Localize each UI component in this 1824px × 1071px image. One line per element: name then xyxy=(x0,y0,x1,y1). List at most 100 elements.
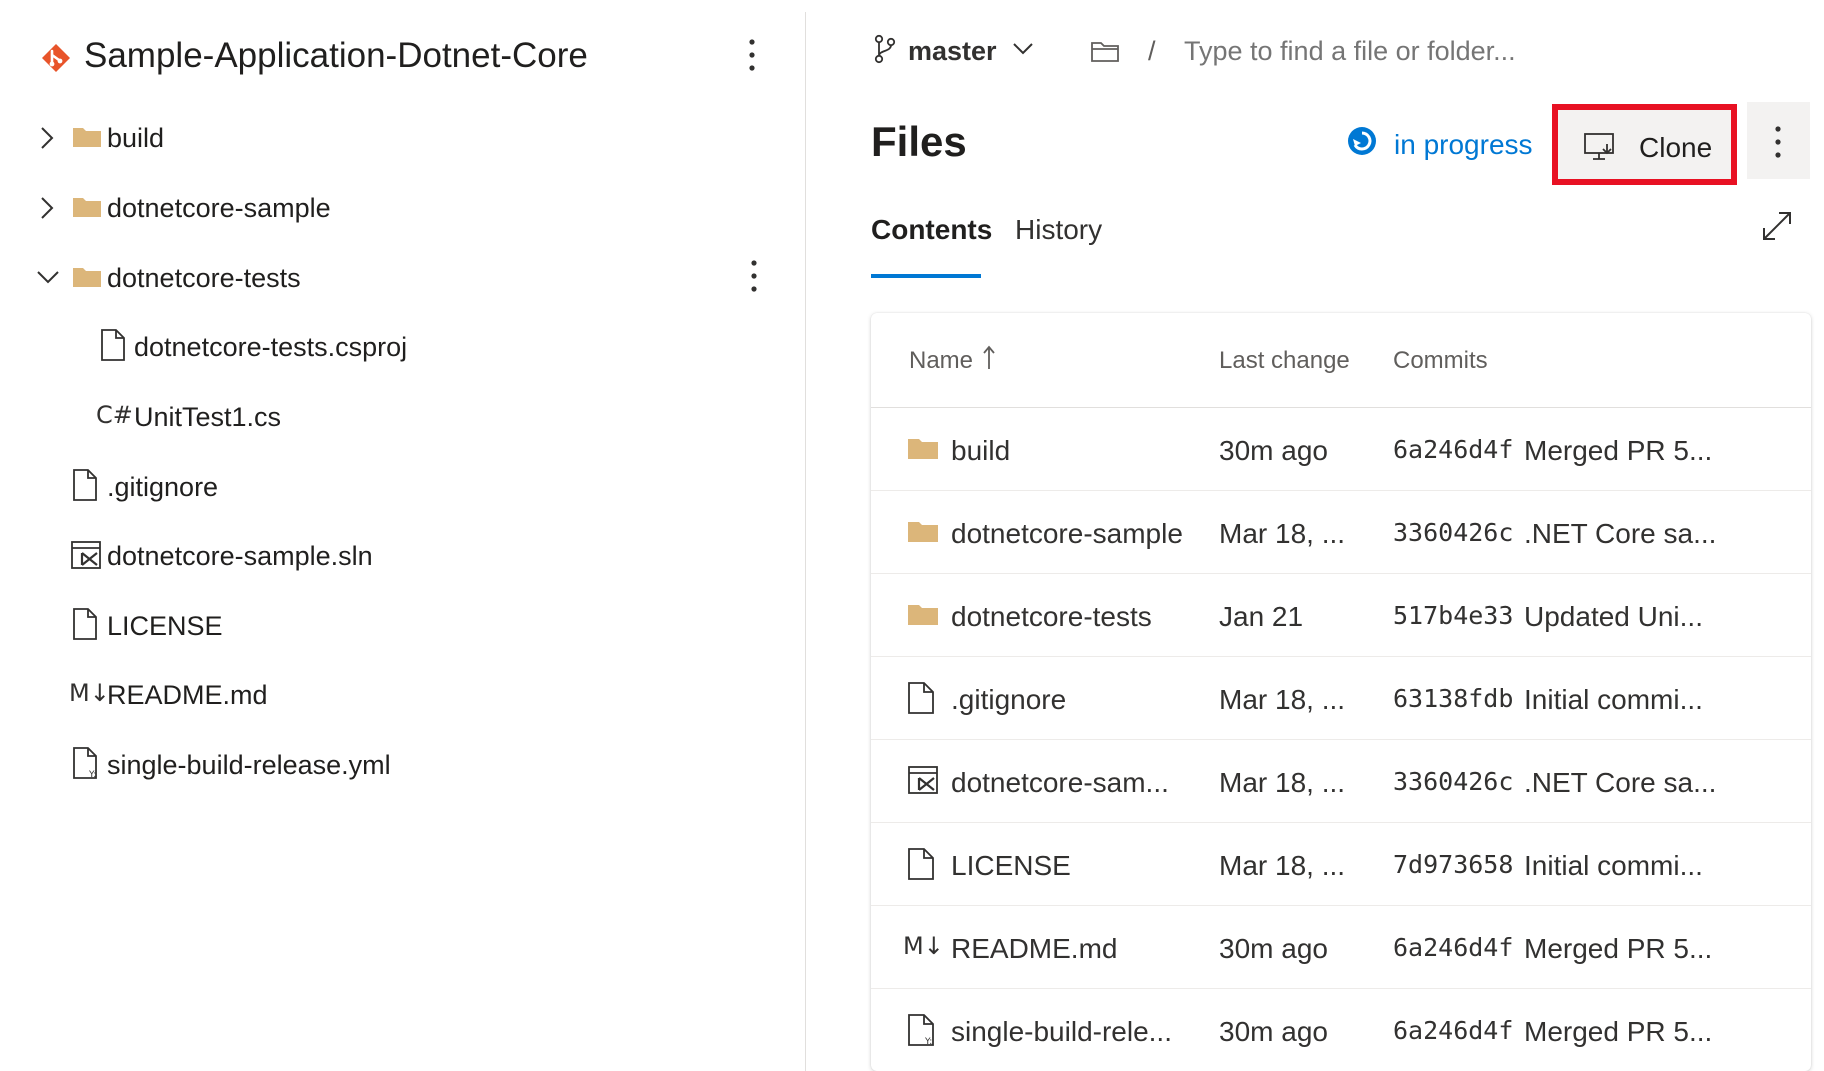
tree-item-label: LICENSE xyxy=(107,611,223,641)
chevron-right-icon[interactable] xyxy=(40,196,54,220)
commit-hash[interactable]: 63138fdb xyxy=(1393,684,1513,713)
tree-item-dotnetcore-sample-sln[interactable]: dotnetcore-sample.sln xyxy=(12,527,805,587)
table-row[interactable]: build 30m ago 6a246d4f Merged PR 5... xyxy=(871,408,1811,491)
path-separator: / xyxy=(1148,36,1156,66)
tab-contents[interactable]: Contents xyxy=(871,214,992,246)
tab-history[interactable]: History xyxy=(1015,214,1102,246)
file-icon xyxy=(907,681,935,715)
file-name[interactable]: dotnetcore-tests xyxy=(951,601,1152,633)
tree-item-dotnetcore-tests[interactable]: dotnetcore-tests xyxy=(12,249,805,309)
file-list: Name Last change Commits build 30m ago 6… xyxy=(871,313,1811,1071)
last-change: Jan 21 xyxy=(1219,601,1304,632)
repo-header: Sample-Application-Dotnet-Core xyxy=(12,12,805,102)
table-row[interactable]: .gitignore Mar 18, ... 63138fdb Initial … xyxy=(871,657,1811,740)
commit-message: Merged PR 5... xyxy=(1524,933,1713,964)
folder-icon xyxy=(907,515,939,545)
table-row[interactable]: M↓ README.md 30m ago 6a246d4f Merged PR … xyxy=(871,906,1811,989)
branch-selector[interactable]: master xyxy=(908,36,997,67)
chevron-down-icon[interactable] xyxy=(36,270,60,284)
in-progress-icon xyxy=(1346,125,1378,157)
commit-hash[interactable]: 517b4e33 xyxy=(1393,601,1513,630)
commit-hash[interactable]: 3360426c xyxy=(1393,518,1513,547)
commit-hash[interactable]: 6a246d4f xyxy=(1393,1016,1513,1045)
file-name[interactable]: dotnetcore-sam... xyxy=(951,767,1169,799)
tree-item-unittest1-cs[interactable]: C# UnitTest1.cs xyxy=(12,388,805,448)
table-row[interactable]: dotnetcore-sample Mar 18, ... 3360426c .… xyxy=(871,491,1811,574)
last-change: Mar 18, ... xyxy=(1219,850,1346,881)
chevron-right-icon[interactable] xyxy=(40,126,54,150)
commit-message: Merged PR 5... xyxy=(1524,435,1713,466)
more-options-icon[interactable] xyxy=(749,257,759,297)
file-icon xyxy=(907,847,935,881)
top-bar: master / xyxy=(806,12,1824,92)
file-name[interactable]: .gitignore xyxy=(951,684,1066,716)
file-name[interactable]: dotnetcore-sample xyxy=(951,518,1183,550)
tree-item-single-build-release-yml[interactable]: Y: single-build-release.yml xyxy=(12,736,805,796)
file-name[interactable]: README.md xyxy=(951,933,1117,965)
active-tab-indicator xyxy=(871,274,981,278)
last-change: Mar 18, ... xyxy=(1219,767,1346,798)
tree-item-dotnetcore-sample[interactable]: dotnetcore-sample xyxy=(12,179,805,239)
commit-message: Initial commi... xyxy=(1524,684,1703,715)
table-row[interactable]: LICENSE Mar 18, ... 7d973658 Initial com… xyxy=(871,823,1811,906)
last-change: 30m ago xyxy=(1219,933,1328,964)
column-header-last-change: Last change xyxy=(1219,347,1350,374)
commit-message: Merged PR 5... xyxy=(1524,1016,1713,1047)
file-name[interactable]: LICENSE xyxy=(951,850,1071,882)
table-row[interactable]: Y: single-build-rele... 30m ago 6a246d4f… xyxy=(871,989,1811,1071)
tree-item-build[interactable]: build xyxy=(12,109,805,169)
file-name[interactable]: build xyxy=(951,435,1010,467)
commit-message: Initial commi... xyxy=(1524,850,1703,881)
chevron-down-icon[interactable] xyxy=(1012,42,1034,56)
tree-item-label: UnitTest1.cs xyxy=(134,402,282,432)
markdown-icon: M↓ xyxy=(69,679,110,707)
file-search-input[interactable] xyxy=(1184,36,1604,67)
table-row[interactable]: dotnetcore-sam... Mar 18, ... 3360426c .… xyxy=(871,740,1811,823)
more-options-icon[interactable] xyxy=(747,36,757,76)
commit-hash[interactable]: 6a246d4f xyxy=(1393,933,1513,962)
yaml-file-icon: Y: xyxy=(72,746,100,780)
csharp-icon: C# xyxy=(96,401,133,429)
tree-item-label: dotnetcore-tests.csproj xyxy=(134,332,408,362)
commit-hash[interactable]: 3360426c xyxy=(1393,767,1513,796)
tree-item-readme-md[interactable]: M↓ README.md xyxy=(12,666,805,726)
more-actions-button[interactable] xyxy=(1747,102,1810,179)
commit-message: Updated Uni... xyxy=(1524,601,1703,632)
visual-studio-solution-icon xyxy=(70,539,102,571)
folder-icon xyxy=(907,598,939,628)
repo-tree-pane: Sample-Application-Dotnet-Core build dot… xyxy=(12,12,806,1071)
commit-hash[interactable]: 6a246d4f xyxy=(1393,435,1513,464)
tree-item-label: dotnetcore-tests xyxy=(107,263,301,293)
column-header-name[interactable]: Name xyxy=(909,347,973,375)
tree-item-label: dotnetcore-sample.sln xyxy=(107,541,373,571)
column-header-commits: Commits xyxy=(1393,347,1488,374)
tree-item-license[interactable]: LICENSE xyxy=(12,597,805,657)
status-text[interactable]: in progress xyxy=(1394,129,1533,161)
tree-item-gitignore[interactable]: .gitignore xyxy=(12,458,805,518)
table-header: Name Last change Commits xyxy=(871,313,1811,408)
azure-repos-icon xyxy=(40,42,72,74)
last-change: Mar 18, ... xyxy=(1219,518,1346,549)
table-row[interactable]: dotnetcore-tests Jan 21 517b4e33 Updated… xyxy=(871,574,1811,657)
clone-button[interactable]: Clone xyxy=(1552,104,1737,185)
tree-item-label: build xyxy=(107,123,165,153)
file-icon xyxy=(72,468,98,502)
more-options-icon xyxy=(1773,124,1783,160)
tree-item-dotnetcore-tests-csproj[interactable]: dotnetcore-tests.csproj xyxy=(12,318,805,378)
file-name[interactable]: single-build-rele... xyxy=(951,1016,1172,1048)
folder-icon xyxy=(72,261,102,291)
commit-hash[interactable]: 7d973658 xyxy=(1393,850,1513,879)
tree-item-label: .gitignore xyxy=(107,472,219,502)
folder-icon xyxy=(72,191,102,221)
tree-item-label: single-build-release.yml xyxy=(107,750,391,780)
expand-icon[interactable] xyxy=(1761,210,1793,242)
folder-outline-icon[interactable] xyxy=(1090,40,1120,64)
yaml-file-icon: Y: xyxy=(907,1013,937,1047)
repo-name[interactable]: Sample-Application-Dotnet-Core xyxy=(84,36,588,76)
folder-icon xyxy=(907,432,939,462)
clone-button-label: Clone xyxy=(1639,132,1713,163)
sort-ascending-icon[interactable] xyxy=(982,345,996,371)
svg-text:Y:: Y: xyxy=(88,770,96,780)
git-branch-icon xyxy=(874,34,896,64)
tree-item-label: README.md xyxy=(107,680,268,710)
